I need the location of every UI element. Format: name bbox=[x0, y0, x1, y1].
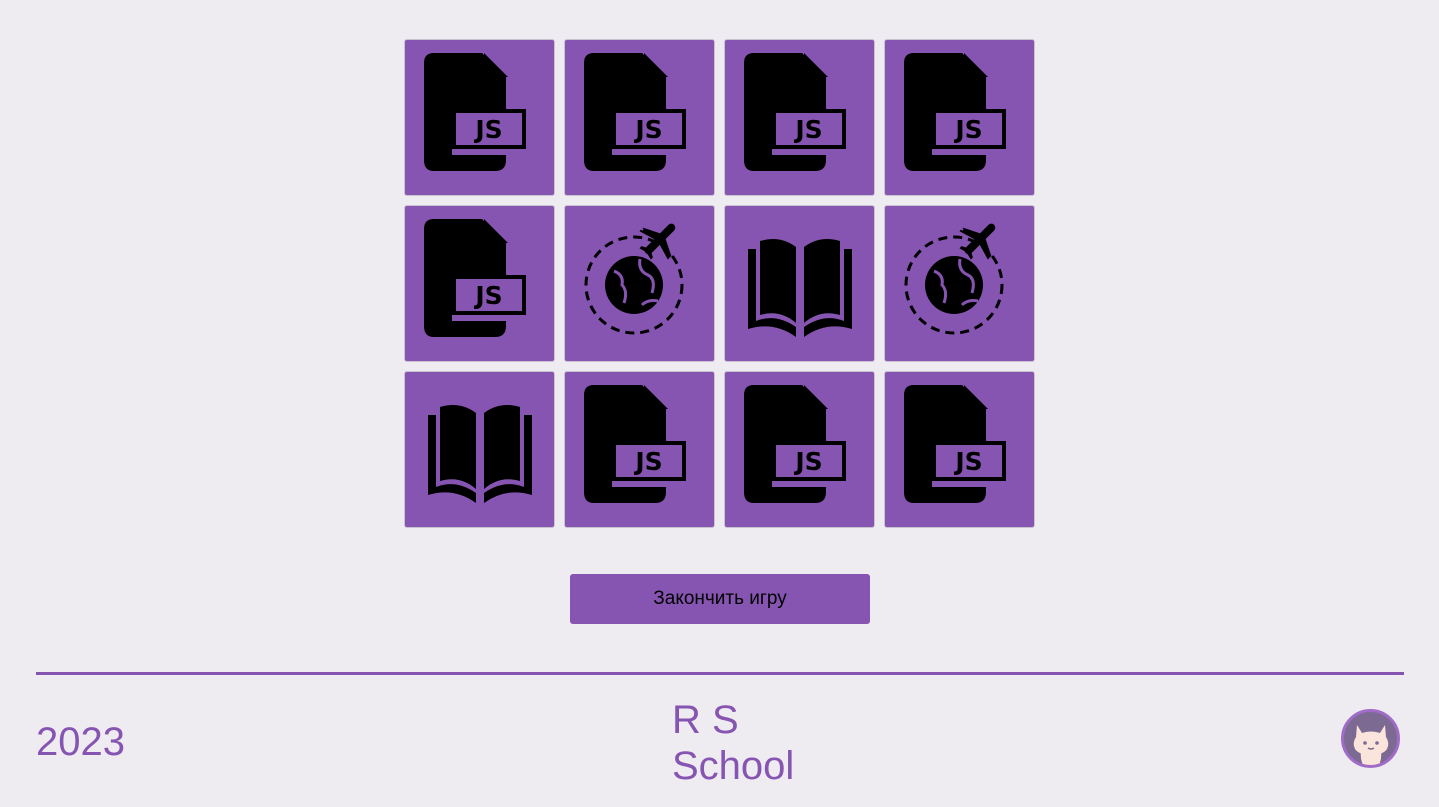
globe-airplane-icon bbox=[904, 223, 1003, 334]
card-1[interactable]: JS bbox=[404, 39, 555, 196]
js-badge-text: JS bbox=[633, 447, 662, 476]
js-file-icon: JS bbox=[743, 384, 846, 503]
js-file-icon: JS bbox=[583, 384, 686, 503]
card-9[interactable] bbox=[404, 371, 555, 528]
card-4[interactable]: JS bbox=[884, 39, 1035, 196]
rs-school-line1: R S bbox=[672, 698, 739, 742]
github-link[interactable] bbox=[1341, 709, 1400, 768]
js-badge-text: JS bbox=[953, 447, 982, 476]
js-badge-text: JS bbox=[633, 115, 662, 144]
js-file-icon: JS bbox=[423, 218, 526, 337]
js-file-icon: JS bbox=[423, 52, 526, 171]
js-file-icon: JS bbox=[743, 52, 846, 171]
footer-divider bbox=[36, 672, 1404, 675]
card-2[interactable]: JS bbox=[564, 39, 715, 196]
card-8[interactable] bbox=[884, 205, 1035, 362]
rs-school-line2: School bbox=[672, 744, 795, 788]
card-10[interactable]: JS bbox=[564, 371, 715, 528]
js-badge-text: JS bbox=[953, 115, 982, 144]
card-11[interactable]: JS bbox=[724, 371, 875, 528]
js-file-icon: JS bbox=[583, 52, 686, 171]
card-6[interactable] bbox=[564, 205, 715, 362]
github-octocat-icon bbox=[1353, 724, 1388, 765]
end-game-button[interactable]: Закончить игру bbox=[570, 574, 870, 624]
globe-airplane-icon bbox=[584, 223, 683, 334]
card-7[interactable] bbox=[724, 205, 875, 362]
open-book-icon bbox=[427, 404, 532, 503]
game-board: JS JS JS JS JS JS JS JS bbox=[404, 39, 1035, 528]
card-12[interactable]: JS bbox=[884, 371, 1035, 528]
card-3[interactable]: JS bbox=[724, 39, 875, 196]
js-badge-text: JS bbox=[793, 447, 822, 476]
card-5[interactable]: JS bbox=[404, 205, 555, 362]
rs-school-link[interactable]: R S School bbox=[672, 697, 832, 789]
js-badge-text: JS bbox=[473, 281, 502, 310]
js-badge-text: JS bbox=[473, 115, 502, 144]
js-file-icon: JS bbox=[903, 384, 1006, 503]
js-badge-text: JS bbox=[793, 115, 822, 144]
footer-year: 2023 bbox=[36, 720, 125, 764]
open-book-icon bbox=[747, 238, 852, 337]
js-file-icon: JS bbox=[903, 52, 1006, 171]
